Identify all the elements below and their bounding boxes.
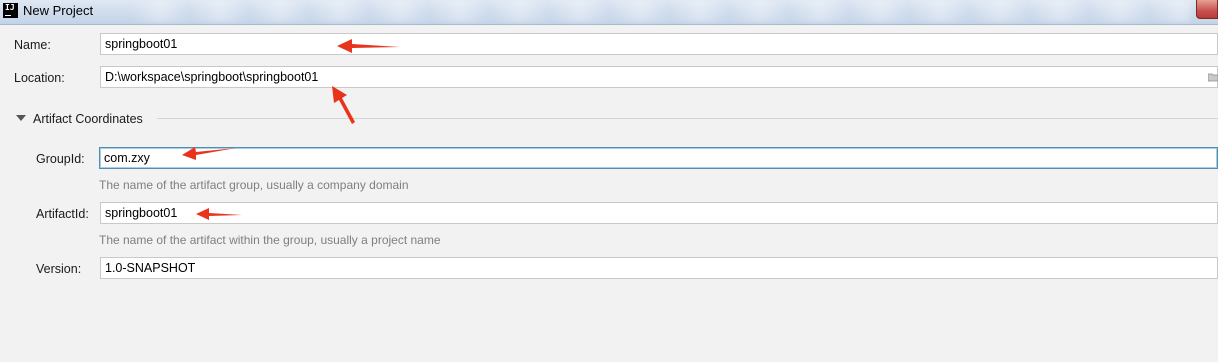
triangle-down-icon[interactable]	[16, 113, 26, 123]
folder-icon[interactable]	[1208, 72, 1218, 82]
artifact-id-hint: The name of the artifact within the grou…	[99, 233, 441, 247]
artifact-id-label: ArtifactId:	[36, 207, 89, 221]
app-icon-bar	[5, 15, 11, 16]
intellij-icon: IJ	[3, 3, 18, 18]
location-annotation-arrow	[332, 86, 355, 124]
app-icon-text: IJ	[5, 3, 15, 12]
title-bar-blur	[130, 0, 1190, 22]
name-field[interactable]: springboot01	[100, 33, 1218, 55]
name-label: Name:	[14, 38, 51, 52]
artifact-id-annotation-arrow	[196, 208, 242, 220]
group-id-hint: The name of the artifact group, usually …	[99, 178, 409, 192]
section-divider	[157, 118, 1218, 119]
name-annotation-arrow	[337, 39, 400, 53]
artifact-id-field[interactable]: springboot01	[100, 202, 1218, 224]
window-title: New Project	[23, 3, 94, 18]
location-field[interactable]: D:\workspace\springboot\springboot01	[100, 66, 1218, 88]
version-label: Version:	[36, 262, 82, 276]
artifact-section-title[interactable]: Artifact Coordinates	[33, 112, 143, 126]
group-id-field[interactable]: com.zxy	[99, 147, 1218, 169]
version-field[interactable]: 1.0-SNAPSHOT	[100, 257, 1218, 279]
close-button[interactable]	[1196, 0, 1218, 19]
group-id-annotation-arrow	[182, 147, 236, 160]
title-bar: IJ New Project	[0, 0, 1218, 25]
location-label: Location:	[14, 71, 65, 85]
group-id-label: GroupId:	[36, 152, 85, 166]
